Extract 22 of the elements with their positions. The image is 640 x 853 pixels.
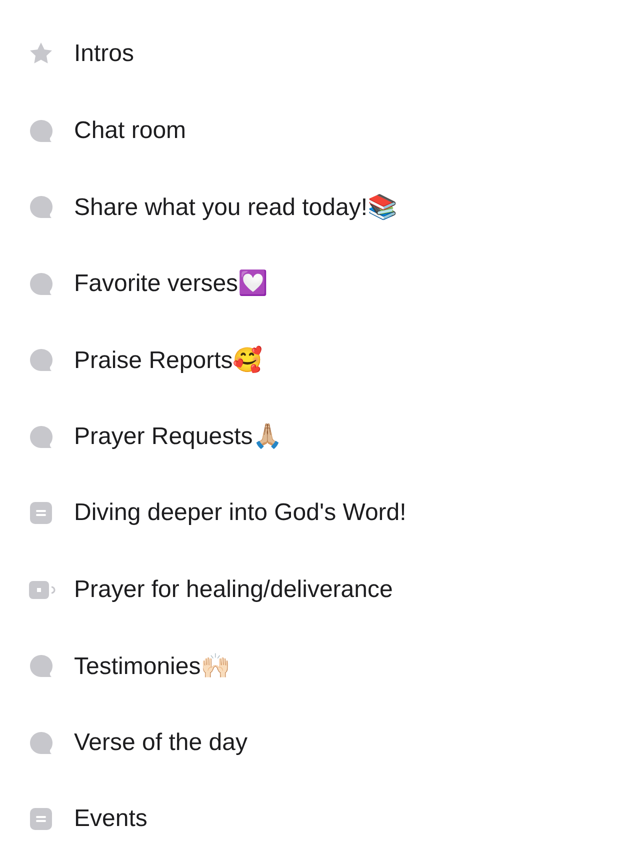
- channel-name[interactable]: Events: [74, 805, 148, 834]
- channel-name[interactable]: Praise Reports🥰: [74, 346, 263, 375]
- chat-bubble-icon: [30, 732, 52, 754]
- channel-name[interactable]: Chat room: [74, 116, 186, 145]
- document-icon: [30, 502, 52, 524]
- channel-name[interactable]: Testimonies🙌🏻: [74, 652, 231, 681]
- document-icon: [30, 808, 52, 830]
- chat-bubble-icon: [30, 272, 52, 295]
- channel-name[interactable]: Verse of the day: [74, 728, 248, 757]
- channel-name[interactable]: Prayer for healing/deliverance: [74, 576, 393, 604]
- speaker-icon: [29, 580, 56, 599]
- chat-bubble-icon: [30, 426, 52, 448]
- star-icon: [30, 42, 52, 64]
- channel-name[interactable]: Intros: [74, 40, 134, 68]
- channel-name[interactable]: Favorite verses💟: [74, 269, 268, 298]
- channel-name[interactable]: Diving deeper into God's Word!: [74, 499, 406, 528]
- chat-bubble-icon: [30, 655, 52, 678]
- chat-bubble-icon: [30, 120, 52, 142]
- chat-bubble-icon: [30, 349, 52, 372]
- channel-name[interactable]: Prayer Requests🙏🏼: [74, 422, 283, 452]
- chat-bubble-icon: [30, 196, 52, 218]
- channel-name[interactable]: Share what you read today!📚: [74, 192, 398, 222]
